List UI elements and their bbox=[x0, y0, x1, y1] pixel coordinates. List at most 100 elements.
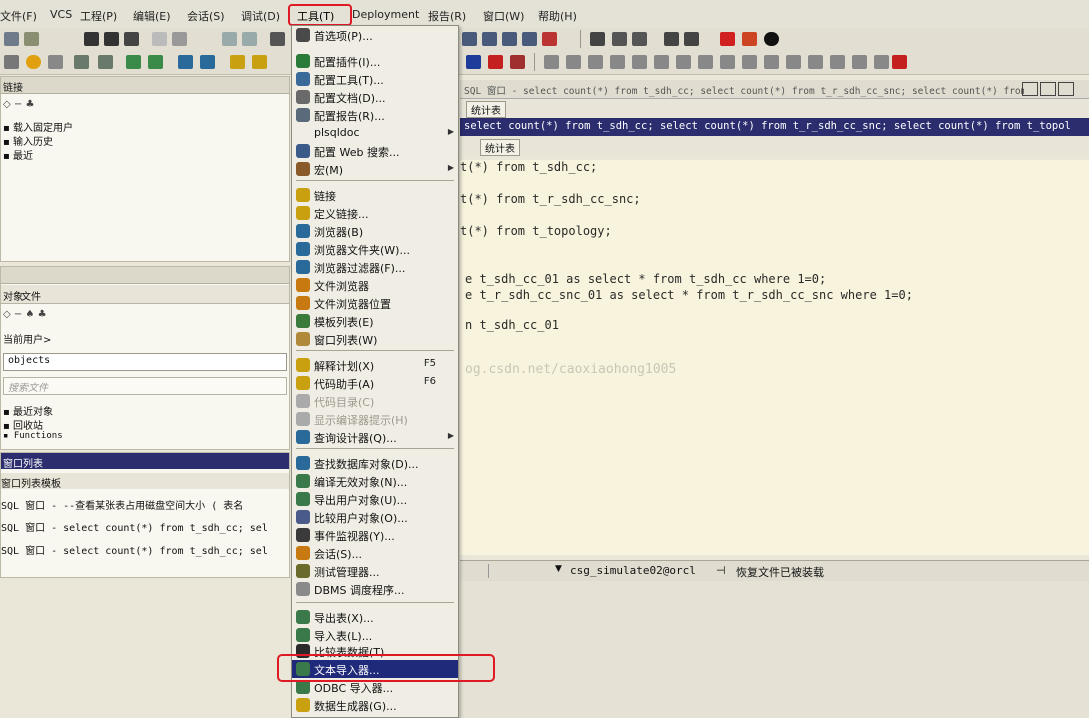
arrow-right-red-icon[interactable] bbox=[488, 55, 503, 69]
sql-editor[interactable]: t(*) from t_sdh_cc; t(*) from t_r_sdh_cc… bbox=[460, 160, 1089, 555]
menu-item-find-object[interactable]: 查找数据库对象(D)... bbox=[292, 454, 458, 472]
refresh-icon[interactable] bbox=[808, 55, 823, 69]
tab-window-list[interactable]: 窗口列表 bbox=[1, 475, 41, 490]
menu-reports[interactable]: 报告(R) bbox=[428, 8, 466, 24]
beautify-icon[interactable] bbox=[764, 55, 779, 69]
database-connect-icon[interactable] bbox=[98, 55, 113, 69]
tree-item-input-history[interactable]: ▪ 输入历史 bbox=[3, 133, 53, 148]
tree-item-recent[interactable]: ▪ 最近 bbox=[3, 147, 33, 162]
menu-vcs[interactable]: VCS bbox=[50, 8, 72, 21]
lowercase-icon[interactable] bbox=[522, 32, 537, 46]
menu-item-test-manager[interactable]: 测试管理器... bbox=[292, 562, 458, 580]
bookmark-prev-icon[interactable] bbox=[588, 55, 603, 69]
collapse-icon[interactable]: ◇ bbox=[3, 309, 11, 320]
goto-line-icon[interactable] bbox=[698, 55, 713, 69]
filter-icon[interactable]: ♣ bbox=[25, 99, 34, 110]
tab-icon[interactable] bbox=[852, 55, 867, 69]
menu-edit[interactable]: 编辑(E) bbox=[133, 8, 171, 24]
menu-item-template-list[interactable]: 模板列表(E) bbox=[292, 312, 458, 330]
rollback-icon[interactable] bbox=[252, 55, 267, 69]
menu-item-code-assistant[interactable]: 代码助手(A) F6 bbox=[292, 374, 458, 392]
menu-item-report[interactable]: 配置报告(R)... bbox=[292, 106, 458, 124]
cut-icon[interactable] bbox=[270, 32, 285, 46]
bookmark-icon[interactable] bbox=[544, 55, 559, 69]
comment-icon[interactable] bbox=[542, 32, 557, 46]
info-icon[interactable] bbox=[764, 32, 779, 46]
indent-icon[interactable] bbox=[462, 32, 477, 46]
menu-item-export-user-objects[interactable]: 导出用户对象(U)... bbox=[292, 490, 458, 508]
menu-window[interactable]: 窗口(W) bbox=[483, 8, 524, 24]
menu-item-file-browser[interactable]: 文件浏览器 bbox=[292, 276, 458, 294]
menu-item-database-link[interactable]: 链接 bbox=[292, 186, 458, 204]
query-by-example-icon[interactable] bbox=[590, 32, 605, 46]
object-item-functions[interactable]: ▪ Functions bbox=[3, 431, 63, 441]
filter-icon[interactable]: ♣ bbox=[38, 309, 47, 320]
find-icon[interactable] bbox=[632, 55, 647, 69]
save-all-icon[interactable] bbox=[104, 32, 119, 46]
menu-item-window-list[interactable]: 窗口列表(W) bbox=[292, 330, 458, 348]
window-list-row[interactable]: SQL 窗口 - select count(*) from t_sdh_cc; … bbox=[1, 542, 268, 557]
tab-statistics-editor[interactable]: 统计表 bbox=[480, 139, 520, 156]
gear-icon[interactable] bbox=[26, 55, 41, 69]
menu-item-plsqldoc[interactable]: plsqldoc ▶ bbox=[292, 124, 458, 142]
log-icon[interactable] bbox=[742, 32, 757, 46]
menu-item-scheduler[interactable]: DBMS 调度程序... bbox=[292, 580, 458, 598]
menu-item-compile-invalid[interactable]: 编译无效对象(N)... bbox=[292, 472, 458, 490]
fetch-next-icon[interactable] bbox=[612, 32, 627, 46]
menu-item-wrench[interactable]: 首选项(P)... bbox=[292, 26, 458, 44]
dock-icon[interactable] bbox=[874, 55, 889, 69]
menu-project[interactable]: 工程(P) bbox=[80, 8, 117, 24]
minus-icon[interactable]: − bbox=[14, 309, 22, 320]
menu-item-explain-plan[interactable]: 解释计划(X) F5 bbox=[292, 356, 458, 374]
search-input[interactable]: 搜索文件 bbox=[3, 377, 287, 395]
menu-item-browser-filter[interactable]: 浏览器过滤器(F)... bbox=[292, 258, 458, 276]
menu-item-database-link-define[interactable]: 定义链接... bbox=[292, 204, 458, 222]
clear-icon[interactable] bbox=[172, 32, 187, 46]
tab-files[interactable]: 文件 bbox=[21, 288, 41, 303]
menu-item-query-designer[interactable]: 查询设计器(Q)... ▶ bbox=[292, 428, 458, 446]
collapse-icon[interactable]: ◇ bbox=[3, 99, 11, 110]
menu-debug[interactable]: 调试(D) bbox=[241, 8, 280, 24]
menu-item-file-browser-location[interactable]: 文件浏览器位置 bbox=[292, 294, 458, 312]
close-icon[interactable] bbox=[1058, 82, 1074, 96]
connection-dropdown-icon[interactable]: ▼ bbox=[555, 564, 562, 574]
menu-item-plugin[interactable]: 配置插件(I)... bbox=[292, 52, 458, 70]
arrow-left-red-icon[interactable] bbox=[510, 55, 525, 69]
object-item-recycle-bin[interactable]: ▪ 回收站 bbox=[3, 417, 43, 432]
execute-batch-icon[interactable] bbox=[200, 55, 215, 69]
grid-view-icon[interactable] bbox=[684, 32, 699, 46]
window-list-row[interactable]: SQL 窗口 - select count(*) from t_sdh_cc; … bbox=[1, 519, 268, 534]
session-icon[interactable] bbox=[126, 55, 141, 69]
session-new-icon[interactable] bbox=[148, 55, 163, 69]
format-icon[interactable] bbox=[742, 55, 757, 69]
execute-icon[interactable] bbox=[178, 55, 193, 69]
menu-item-data-generator[interactable]: 数据生成器(G)... bbox=[292, 696, 458, 714]
binoculars-icon[interactable]: ♠ bbox=[25, 309, 34, 320]
stop-icon[interactable] bbox=[720, 32, 735, 46]
history-icon[interactable] bbox=[786, 55, 801, 69]
save-icon[interactable] bbox=[84, 32, 99, 46]
menu-file[interactable]: 文件(F) bbox=[0, 8, 37, 24]
object-filter-select[interactable]: objects bbox=[3, 353, 287, 371]
menu-deployment[interactable]: Deployment bbox=[352, 8, 419, 21]
menu-item-tools[interactable]: 配置工具(T)... bbox=[292, 70, 458, 88]
connection-label[interactable]: csg_simulate02@orcl bbox=[570, 564, 696, 577]
bookmark-clear-icon[interactable] bbox=[610, 55, 625, 69]
menu-item-browser-folder[interactable]: 浏览器文件夹(W)... bbox=[292, 240, 458, 258]
menu-item-event-monitor[interactable]: 事件监视器(Y)... bbox=[292, 526, 458, 544]
tab-statistics[interactable]: 统计表 bbox=[466, 101, 506, 118]
single-record-icon[interactable] bbox=[664, 32, 679, 46]
menu-session[interactable]: 会话(S) bbox=[187, 8, 225, 24]
maximize-icon[interactable] bbox=[1040, 82, 1056, 96]
object-item-recent[interactable]: ▪ 最近对象 bbox=[3, 403, 53, 418]
redo-icon[interactable] bbox=[242, 32, 257, 46]
commit-icon[interactable] bbox=[230, 55, 245, 69]
open-icon[interactable] bbox=[24, 32, 39, 46]
page-setup-icon[interactable] bbox=[152, 32, 167, 46]
window-list-row[interactable]: SQL 窗口 - --查看某张表占用磁盘空间大小 ( 表名 bbox=[1, 497, 243, 512]
pin-icon[interactable] bbox=[830, 55, 845, 69]
menu-item-compare-user-objects[interactable]: 比较用户对象(O)... bbox=[292, 508, 458, 526]
tab-objects[interactable]: 对象 bbox=[3, 288, 23, 303]
replace-icon[interactable] bbox=[676, 55, 691, 69]
menu-item-browser[interactable]: 浏览器(B) bbox=[292, 222, 458, 240]
